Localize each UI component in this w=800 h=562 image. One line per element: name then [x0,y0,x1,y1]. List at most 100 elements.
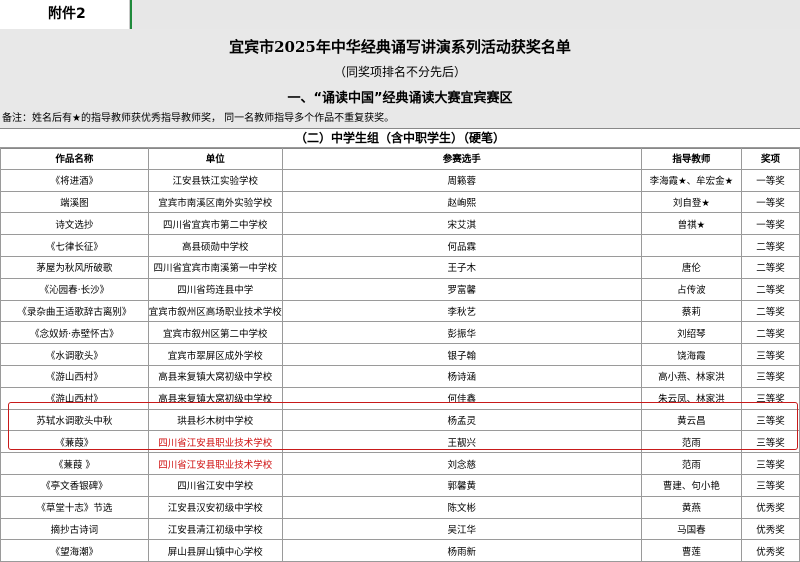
page-subtitle: （同奖项排名不分先后） [333,65,466,79]
table-row: 端溪图 宜宾市南溪区南外实验学校 赵峋熙 刘自登★ 一等奖 [0,190,800,214]
cell-award[interactable]: 一等奖 [741,212,800,236]
cell-participant[interactable]: 罗富馨 [281,277,642,301]
cell-teacher[interactable]: 曹建、句小艳 [640,473,743,497]
cell-work[interactable]: 《蒹葭 》 [0,452,149,475]
table-row: 茅屋为秋风所破歌 四川省宜宾市南溪第一中学校 王子木 唐伦 二等奖 [0,255,800,279]
cell-unit[interactable]: 江安县铁江实验学校 [147,168,283,192]
cell-teacher[interactable]: 蔡莉 [640,299,743,323]
cell-teacher[interactable]: 黄燕 [640,495,743,519]
table-row: 《念奴娇·赤壁怀古》 宜宾市叙州区第二中学校 彭振华 刘绍琴 二等奖 [0,321,800,345]
cell-unit[interactable]: 高县来复镇大窝初级中学校 [147,364,283,388]
cell-work[interactable]: 《念奴娇·赤壁怀古》 [0,321,149,345]
cell-teacher[interactable]: 刘自登★ [640,190,743,214]
cell-participant[interactable]: 郭馨黄 [281,473,642,497]
cell-participant[interactable]: 赵峋熙 [281,190,642,214]
cell-unit[interactable]: 屏山县屏山镇中心学校 [147,539,283,562]
table-row: 《望海潮》 屏山县屏山镇中心学校 杨雨新 曹莲 优秀奖 [0,539,800,562]
cell-participant[interactable]: 周籁蓉 [281,168,642,192]
highlight-box [8,402,798,450]
cell-award[interactable]: 优秀奖 [741,495,800,519]
table-row: 《蒹葭 》四川省江安县职业技术学校 刘念慈 范雨 三等奖 [0,452,800,475]
cell-unit[interactable]: 宜宾市叙州区高场职业技术学校 [147,299,283,323]
cell-work[interactable]: 《录杂曲王适歌辞古离别》 [0,299,149,323]
cell-unit[interactable]: 宜宾市翠屏区成外学校 [147,343,283,366]
table-row: 《将进酒》 江安县铁江实验学校 周籁蓉 李海霞★、牟宏金★ 一等奖 [0,168,800,192]
cell-unit[interactable]: 四川省宜宾市第二中学校 [147,212,283,236]
cell-unit[interactable]: 高县硕勋中学校 [147,234,283,257]
cell-participant[interactable]: 银子翰 [281,343,642,366]
cell-teacher[interactable]: 刘绍琴 [640,321,743,345]
cell-participant[interactable]: 杨雨新 [281,539,642,562]
table-row: 《录杂曲王适歌辞古离别》 宜宾市叙州区高场职业技术学校 李秋艺 蔡莉 二等奖 [0,299,800,323]
remark-note: 备注：姓名后有★的指导教师获优秀指导教师奖， 同一名教师指导多个作品不重复获奖。 [2,113,395,124]
table-row: 《水调歌头》 宜宾市翠屏区成外学校 银子翰 饶海霞 三等奖 [0,343,800,366]
sheet-tab[interactable]: 附件2 [0,0,130,29]
cell-work[interactable]: 《亭文香银碑》 [0,473,149,497]
cell-work[interactable]: 《沁园春·长沙》 [0,277,149,301]
header-unit: 单位 [147,147,283,170]
cell-work[interactable]: 诗文选抄 [0,212,149,236]
cell-award[interactable]: 一等奖 [741,168,800,192]
cell-award[interactable]: 优秀奖 [741,539,800,562]
cell-teacher[interactable]: 占传波 [640,277,743,301]
cell-work[interactable]: 茅屋为秋风所破歌 [0,255,149,279]
cell-teacher[interactable]: 范雨 [640,452,743,475]
table-row: 《沁园春·长沙》 四川省筠连县中学 罗富馨 占传波 二等奖 [0,277,800,301]
cell-work[interactable]: 《草堂十志》节选 [0,495,149,519]
cell-unit[interactable]: 四川省宜宾市南溪第一中学校 [147,255,283,279]
cell-teacher[interactable]: 李海霞★、牟宏金★ [640,168,743,192]
cell-unit[interactable]: 宜宾市南溪区南外实验学校 [147,190,283,214]
cell-award[interactable]: 二等奖 [741,255,800,279]
table-row: 《七律长征》 高县硕勋中学校 何品霖 二等奖 [0,234,800,257]
sheet-tab-bar: 附件2 [0,0,800,30]
cell-unit[interactable]: 宜宾市叙州区第二中学校 [147,321,283,345]
cell-award[interactable]: 二等奖 [741,277,800,301]
table-row: 《草堂十志》节选 江安县汉安初级中学校 陈文彬 黄燕 优秀奖 [0,495,800,519]
cell-participant[interactable]: 宋艾淇 [281,212,642,236]
cell-teacher[interactable]: 饶海霞 [640,343,743,366]
cell-teacher[interactable]: 曹莲 [640,539,743,562]
header-award: 奖项 [741,147,800,170]
cell-participant[interactable]: 何品霖 [281,234,642,257]
cell-award[interactable]: 三等奖 [741,364,800,388]
cell-work[interactable]: 《将进酒》 [0,168,149,192]
cell-teacher[interactable]: 曾祺★ [640,212,743,236]
cell-work[interactable]: 《望海潮》 [0,539,149,562]
cell-award[interactable]: 三等奖 [741,473,800,497]
cell-work[interactable]: 《游山西村》 [0,364,149,388]
cell-award[interactable]: 二等奖 [741,299,800,323]
cell-participant[interactable]: 彭振华 [281,321,642,345]
cell-work[interactable]: 端溪图 [0,190,149,214]
header-work: 作品名称 [0,147,149,170]
cell-participant[interactable]: 王子木 [281,255,642,279]
cell-work[interactable]: 《水调歌头》 [0,343,149,366]
cell-participant[interactable]: 杨诗涵 [281,364,642,388]
table-header-row: 作品名称 单位 参赛选手 指导教师 奖项 [0,147,800,170]
cell-participant[interactable]: 刘念慈 [281,452,642,475]
cell-teacher[interactable]: 唐伦 [640,255,743,279]
table-row: 《游山西村》 高县来复镇大窝初级中学校 杨诗涵 高小燕、林家洪 三等奖 [0,364,800,388]
table-row: 《亭文香银碑》 四川省江安中学校 郭馨黄 曹建、句小艳 三等奖 [0,473,800,497]
cell-teacher[interactable] [640,234,743,257]
cell-award[interactable]: 三等奖 [741,452,800,475]
cell-unit[interactable]: 江安县汉安初级中学校 [147,495,283,519]
cell-unit[interactable]: 四川省江安中学校 [147,473,283,497]
group-heading: （二）中学生组（含中职学生）（硬笔） [0,128,800,149]
header-teacher: 指导教师 [640,147,743,170]
cell-award[interactable]: 一等奖 [741,190,800,214]
cell-work[interactable]: 《七律长征》 [0,234,149,257]
header-participant: 参赛选手 [281,147,642,170]
cell-participant[interactable]: 陈文彬 [281,495,642,519]
tab-accent [130,0,132,29]
page-title: 宜宾市2025年中华经典诵写讲演系列活动获奖名单 [229,38,571,56]
cell-unit[interactable]: 四川省筠连县中学 [147,277,283,301]
cell-teacher[interactable]: 高小燕、林家洪 [640,364,743,388]
cell-award[interactable]: 三等奖 [741,343,800,366]
table-row: 诗文选抄 四川省宜宾市第二中学校 宋艾淇 曾祺★ 一等奖 [0,212,800,236]
cell-participant[interactable]: 李秋艺 [281,299,642,323]
section-heading: 一、“诵读中国”经典诵读大赛宜宾赛区 [287,91,513,106]
cell-award[interactable]: 二等奖 [741,321,800,345]
cell-unit[interactable]: 四川省江安县职业技术学校 [147,452,283,475]
awards-table: 作品名称 单位 参赛选手 指导教师 奖项 《将进酒》 江安县铁江实验学校 周籁蓉 李海… [0,147,800,562]
cell-award[interactable]: 二等奖 [741,234,800,257]
